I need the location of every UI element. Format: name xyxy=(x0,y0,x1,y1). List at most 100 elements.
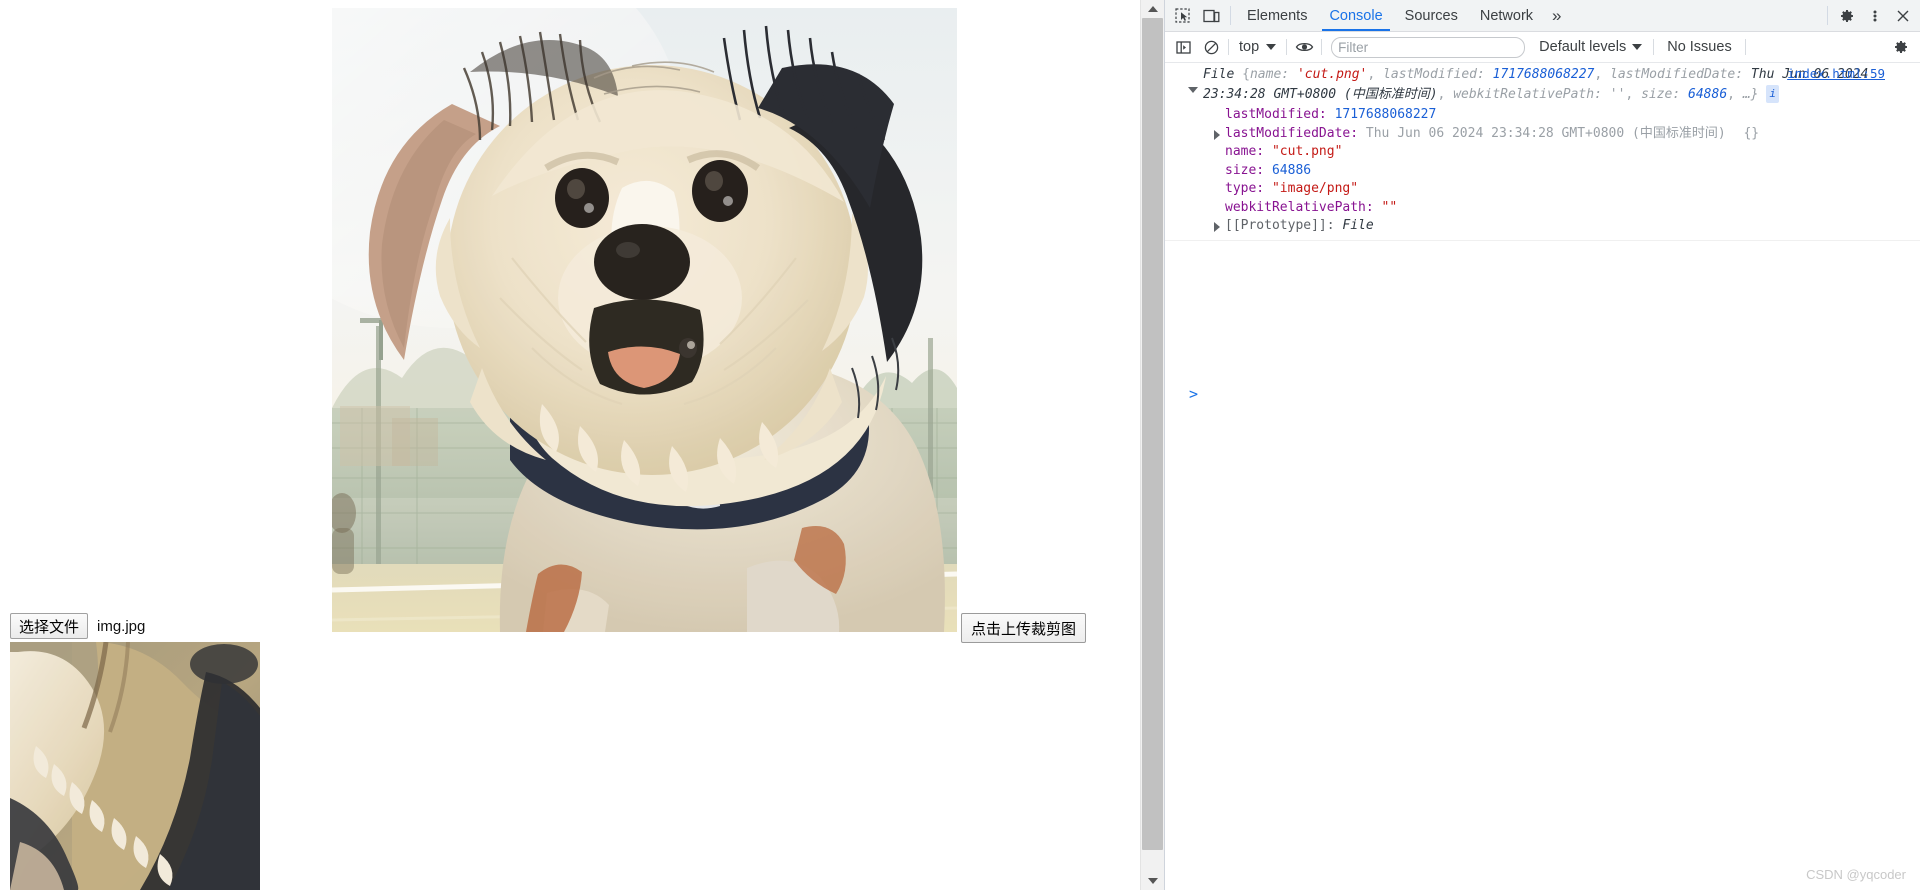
tab-console-label: Console xyxy=(1329,7,1383,24)
upload-cropped-image-button[interactable]: 点击上传裁剪图 xyxy=(961,613,1087,643)
property-row[interactable]: [[Prototype]]: File xyxy=(1165,217,1920,236)
close-icon[interactable] xyxy=(1889,0,1917,31)
chevron-down-icon xyxy=(1266,44,1277,50)
property-value: "" xyxy=(1381,199,1398,215)
property-row: lastModified: 1717688068227 xyxy=(1165,106,1920,125)
console-toolbar-divider-4 xyxy=(1653,39,1655,55)
property-value: File xyxy=(1342,218,1374,233)
open-brace: { xyxy=(1242,67,1250,82)
console-toolbar-divider-1 xyxy=(1228,39,1229,55)
property-key: [[Prototype]]: xyxy=(1225,218,1335,233)
expand-object-toggle[interactable] xyxy=(1187,85,1199,96)
property-value: 1717688068227 xyxy=(1334,107,1437,122)
choose-file-button[interactable]: 选择文件 xyxy=(10,613,89,639)
console-toolbar-divider-3 xyxy=(1321,39,1323,55)
ellipsis-brace: …} xyxy=(1742,86,1759,102)
toolbar-divider-right xyxy=(1827,6,1828,25)
value-name: 'cut.png' xyxy=(1296,67,1368,82)
console-toolbar-divider-2 xyxy=(1286,39,1288,55)
property-key: name: xyxy=(1225,144,1265,159)
object-constructor: File xyxy=(1203,67,1235,82)
console-settings-gear-icon[interactable] xyxy=(1887,39,1915,55)
property-suffix: {} xyxy=(1743,125,1760,141)
object-properties-list: lastModified: 1717688068227 lastModified… xyxy=(1165,106,1920,236)
more-tabs-icon[interactable]: » xyxy=(1544,0,1569,31)
console-prompt[interactable]: > xyxy=(1189,385,1198,403)
key-size: size: xyxy=(1641,86,1681,102)
key-lastmodifieddate: lastModifiedDate: xyxy=(1610,67,1744,82)
triangle-right-icon xyxy=(1214,222,1220,232)
page-scrollbar[interactable] xyxy=(1140,0,1164,890)
tab-sources[interactable]: Sources xyxy=(1394,0,1469,31)
property-key: type: xyxy=(1225,181,1265,196)
chevron-down-icon xyxy=(1632,44,1643,50)
chevron-down-icon xyxy=(1147,878,1158,884)
value-lastmodified: 1717688068227 xyxy=(1492,67,1595,82)
scrollbar-thumb[interactable] xyxy=(1142,18,1163,850)
device-toolbar-icon[interactable] xyxy=(1197,0,1225,31)
property-value: Thu Jun 06 2024 23:34:28 GMT+0800 (中国标准时… xyxy=(1365,125,1726,141)
browser-page-viewport: 点击上传裁剪图 选择文件 img.jpg xyxy=(0,0,1140,890)
comma-4: , xyxy=(1625,86,1634,102)
execution-context-select[interactable]: top xyxy=(1232,39,1283,55)
property-row: name: "cut.png" xyxy=(1165,143,1920,162)
selected-file-name: img.jpg xyxy=(97,617,146,635)
tab-network[interactable]: Network xyxy=(1469,0,1544,31)
key-name: name: xyxy=(1249,67,1290,82)
scrollbar-up-arrow[interactable] xyxy=(1141,0,1164,18)
triangle-down-icon xyxy=(1188,87,1198,93)
property-row: webkitRelativePath: "" xyxy=(1165,199,1920,218)
property-key: lastModified: xyxy=(1225,107,1327,122)
scrollbar-down-arrow[interactable] xyxy=(1141,872,1164,890)
tab-elements[interactable]: Elements xyxy=(1236,0,1318,31)
comma-1: , xyxy=(1367,67,1376,82)
property-value: "cut.png" xyxy=(1271,144,1343,159)
console-toolbar-right xyxy=(1887,39,1920,55)
value-size: 64886 xyxy=(1688,86,1728,102)
console-filter-input[interactable] xyxy=(1331,36,1526,58)
clear-console-icon[interactable] xyxy=(1197,40,1225,55)
screen: 点击上传裁剪图 选择文件 img.jpg Elements Console So… xyxy=(0,0,1920,890)
console-toolbar-divider-5 xyxy=(1744,39,1746,55)
tab-sources-label: Sources xyxy=(1404,7,1458,24)
main-cropped-image xyxy=(332,8,957,632)
value-webkitrelativepath: '' xyxy=(1609,86,1626,102)
comma-5: , xyxy=(1727,86,1735,102)
property-key: size: xyxy=(1225,162,1265,178)
execution-context-label: top xyxy=(1239,39,1260,55)
console-log-entry[interactable]: index.html:59 File {name: 'cut.png', las… xyxy=(1165,63,1920,241)
chevron-up-icon xyxy=(1147,6,1158,12)
key-lastmodified: lastModified: xyxy=(1383,67,1485,82)
more-options-icon[interactable] xyxy=(1861,0,1889,31)
devtools-tabbar-right xyxy=(1822,0,1920,31)
inspect-element-icon[interactable] xyxy=(1169,0,1197,31)
source-link[interactable]: index.html:59 xyxy=(1787,66,1885,81)
tab-console[interactable]: Console xyxy=(1318,0,1393,31)
property-key: lastModifiedDate: xyxy=(1225,125,1359,141)
console-toolbar: top Default levels No Issues xyxy=(1165,32,1920,63)
tab-network-label: Network xyxy=(1479,7,1534,24)
info-badge[interactable]: i xyxy=(1766,84,1779,103)
gear-icon[interactable] xyxy=(1833,0,1861,31)
issues-counter[interactable]: No Issues xyxy=(1657,39,1741,55)
property-value: 64886 xyxy=(1271,162,1312,178)
live-expression-icon[interactable] xyxy=(1290,40,1318,54)
file-input-row[interactable]: 选择文件 img.jpg xyxy=(10,613,145,639)
comma-3: , xyxy=(1437,86,1446,102)
tab-elements-label: Elements xyxy=(1247,7,1308,24)
log-levels-select[interactable]: Default levels xyxy=(1531,39,1650,55)
devtools-panel: Elements Console Sources Network » top F… xyxy=(1164,0,1920,890)
cropped-preview-image xyxy=(10,642,260,890)
toolbar-divider xyxy=(1230,6,1231,25)
triangle-right-icon xyxy=(1214,129,1220,140)
comma-2: , xyxy=(1594,67,1603,82)
console-sidebar-icon[interactable] xyxy=(1169,40,1197,55)
key-webkitrelativepath: webkitRelativePath: xyxy=(1453,86,1602,102)
devtools-tabbar: Elements Console Sources Network » xyxy=(1165,0,1920,32)
property-row: size: 64886 xyxy=(1165,162,1920,181)
property-value: "image/png" xyxy=(1271,181,1359,196)
property-row: type: "image/png" xyxy=(1165,180,1920,199)
property-row[interactable]: lastModifiedDate: Thu Jun 06 2024 23:34:… xyxy=(1165,125,1920,144)
console-output[interactable]: index.html:59 File {name: 'cut.png', las… xyxy=(1165,63,1920,890)
expand-prototype-toggle[interactable] xyxy=(1211,221,1223,240)
